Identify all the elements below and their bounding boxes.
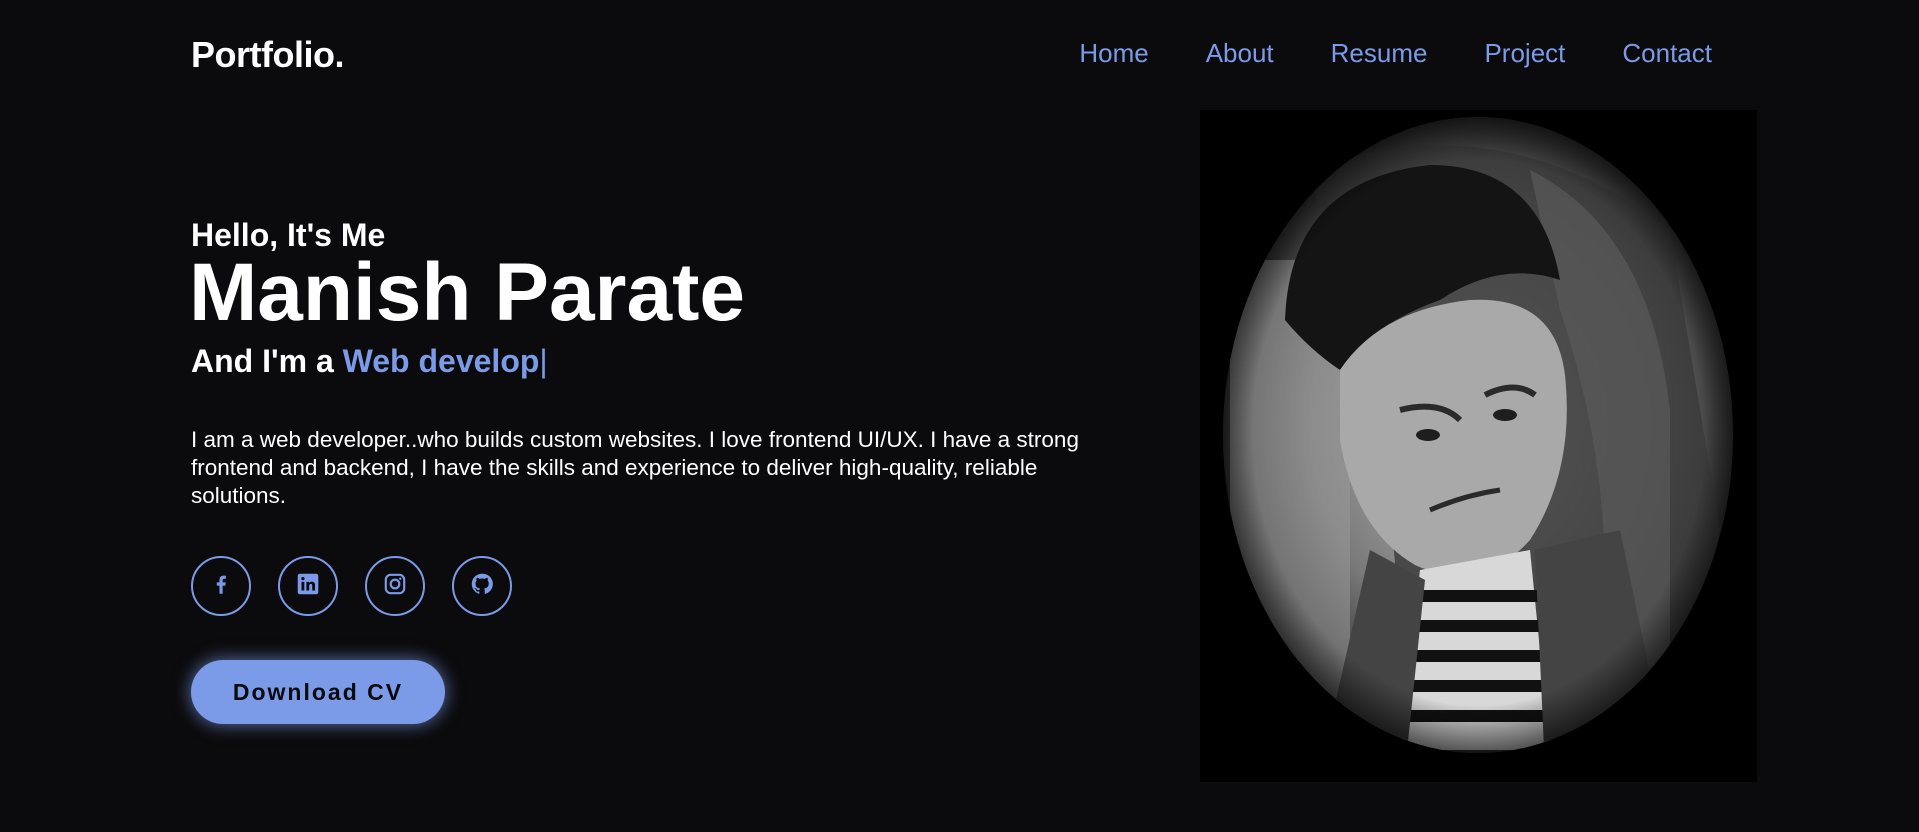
logo[interactable]: Portfolio. bbox=[191, 34, 344, 76]
main-nav: Home About Resume Project Contact bbox=[1079, 38, 1712, 69]
nav-contact[interactable]: Contact bbox=[1622, 38, 1712, 69]
social-links bbox=[191, 556, 512, 616]
github-link[interactable] bbox=[452, 556, 512, 616]
role-prefix: And I'm a bbox=[191, 343, 343, 379]
typing-cursor: | bbox=[539, 343, 548, 379]
nav-about[interactable]: About bbox=[1206, 38, 1274, 69]
hero-role: And I'm a Web develop| bbox=[191, 343, 548, 380]
portfolio-page: Portfolio. Home About Resume Project Con… bbox=[0, 0, 1919, 832]
nav-project[interactable]: Project bbox=[1484, 38, 1565, 69]
instagram-icon bbox=[382, 571, 408, 602]
role-typed-text: Web develop bbox=[342, 343, 540, 379]
download-cv-button[interactable]: Download CV bbox=[191, 660, 445, 724]
facebook-link[interactable] bbox=[191, 556, 251, 616]
nav-resume[interactable]: Resume bbox=[1331, 38, 1428, 69]
profile-photo bbox=[1200, 110, 1757, 782]
linkedin-icon bbox=[295, 571, 321, 602]
instagram-link[interactable] bbox=[365, 556, 425, 616]
hero-bio: I am a web developer..who builds custom … bbox=[191, 427, 1079, 508]
github-icon bbox=[469, 571, 495, 602]
profile-photo-illustration bbox=[1200, 110, 1757, 782]
facebook-icon bbox=[208, 571, 234, 602]
linkedin-link[interactable] bbox=[278, 556, 338, 616]
nav-home[interactable]: Home bbox=[1079, 38, 1148, 69]
hero-name: Manish Parate bbox=[189, 247, 745, 338]
